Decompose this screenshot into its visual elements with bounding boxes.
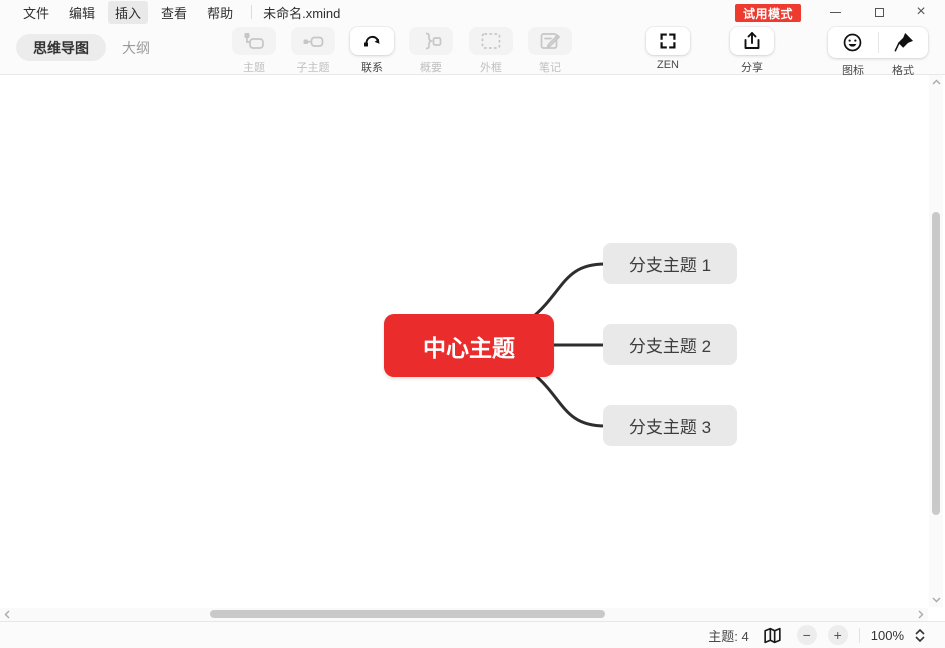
- central-topic-node[interactable]: 中心主题: [384, 314, 554, 377]
- tool-boundary-label: 外框: [480, 62, 502, 74]
- scroll-left-icon[interactable]: [1, 608, 13, 621]
- tab-outline[interactable]: 大纲: [122, 34, 150, 61]
- marker-smiley-icon: [843, 33, 862, 52]
- zoom-in-button[interactable]: +: [827, 625, 848, 645]
- menu-view[interactable]: 查看: [154, 1, 194, 24]
- menu-bar: 文件 编辑 插入 查看 帮助 未命名.xmind: [16, 0, 340, 24]
- tool-share[interactable]: 分享: [724, 27, 780, 75]
- marker-button[interactable]: [828, 27, 878, 58]
- tool-subtopic: 子主题: [285, 27, 341, 75]
- maximize-button[interactable]: [864, 0, 894, 24]
- tool-note: 笔记: [522, 27, 578, 75]
- minimize-icon: [829, 11, 841, 13]
- zoom-level-spinner[interactable]: [915, 628, 925, 642]
- chevron-down-icon: [915, 635, 925, 642]
- map-icon: [764, 627, 781, 643]
- format-button[interactable]: [878, 27, 928, 58]
- menu-file[interactable]: 文件: [16, 1, 56, 24]
- xmind-window: 文件 编辑 插入 查看 帮助 未命名.xmind 试用模式 × 思维导图 大纲: [0, 0, 945, 648]
- tool-relationship[interactable]: 联系: [344, 27, 400, 75]
- scroll-up-icon[interactable]: [929, 76, 943, 88]
- zen-icon: [646, 27, 690, 55]
- close-icon: ×: [916, 3, 926, 20]
- scroll-right-icon[interactable]: [915, 608, 927, 621]
- note-icon: [528, 27, 572, 55]
- mindmap-canvas[interactable]: 中心主题 分支主题 1 分支主题 2 分支主题 3: [0, 75, 945, 621]
- scroll-down-icon[interactable]: [929, 594, 943, 606]
- branch-topic-node-3[interactable]: 分支主题 3: [603, 405, 737, 446]
- subtopic-icon: [291, 27, 335, 55]
- branch-topic-node-1[interactable]: 分支主题 1: [603, 243, 737, 284]
- tool-zen-label: ZEN: [657, 59, 679, 71]
- menu-insert[interactable]: 插入: [108, 0, 149, 24]
- branch-topic-node-2[interactable]: 分支主题 2: [603, 324, 737, 365]
- document-title: 未命名.xmind: [263, 5, 341, 21]
- tool-topic: 主题: [226, 27, 282, 75]
- tab-mindmap[interactable]: 思维导图: [16, 34, 106, 61]
- trial-mode-badge[interactable]: 试用模式: [735, 4, 801, 22]
- topic-icon: [232, 27, 276, 55]
- tool-zen[interactable]: ZEN: [640, 27, 696, 71]
- toolbar: 思维导图 大纲 主题 子主题 联系 概要 外框 笔记 ZEN 分享 图标 格式: [0, 24, 945, 77]
- menu-edit[interactable]: 编辑: [62, 1, 102, 24]
- menu-divider: [251, 5, 253, 19]
- tool-summary: 概要: [403, 27, 459, 75]
- close-button[interactable]: ×: [906, 0, 936, 24]
- tool-topic-label: 主题: [243, 62, 265, 74]
- format-brush-icon: [894, 32, 913, 52]
- vertical-scrollbar[interactable]: [929, 75, 943, 607]
- zoom-level: 100%: [870, 627, 904, 643]
- share-icon: [730, 27, 774, 55]
- tool-relationship-label: 联系: [361, 62, 383, 74]
- tool-share-label: 分享: [741, 62, 763, 74]
- tool-summary-label: 概要: [420, 62, 442, 74]
- relationship-icon: [350, 27, 394, 55]
- minimize-button[interactable]: [820, 0, 850, 24]
- overview-map-button[interactable]: [760, 624, 786, 646]
- vertical-scrollbar-thumb[interactable]: [932, 212, 940, 515]
- boundary-icon: [469, 27, 513, 55]
- topic-count: 主题: 4: [708, 628, 749, 644]
- tool-subtopic-label: 子主题: [296, 62, 330, 74]
- summary-icon: [409, 27, 453, 55]
- menu-help[interactable]: 帮助: [200, 1, 240, 24]
- titlebar: 文件 编辑 插入 查看 帮助 未命名.xmind 试用模式 ×: [0, 0, 945, 24]
- horizontal-scrollbar[interactable]: [0, 608, 928, 621]
- chevron-up-icon: [915, 628, 925, 635]
- status-bar: 主题: 4 − + 100%: [0, 621, 945, 648]
- horizontal-scrollbar-thumb[interactable]: [210, 610, 605, 618]
- right-tool-panel: [828, 27, 928, 58]
- statusbar-divider: [858, 627, 860, 643]
- tool-note-label: 笔记: [539, 62, 561, 74]
- tool-boundary: 外框: [463, 27, 519, 75]
- maximize-icon: [874, 7, 884, 17]
- zoom-out-button[interactable]: −: [796, 625, 817, 645]
